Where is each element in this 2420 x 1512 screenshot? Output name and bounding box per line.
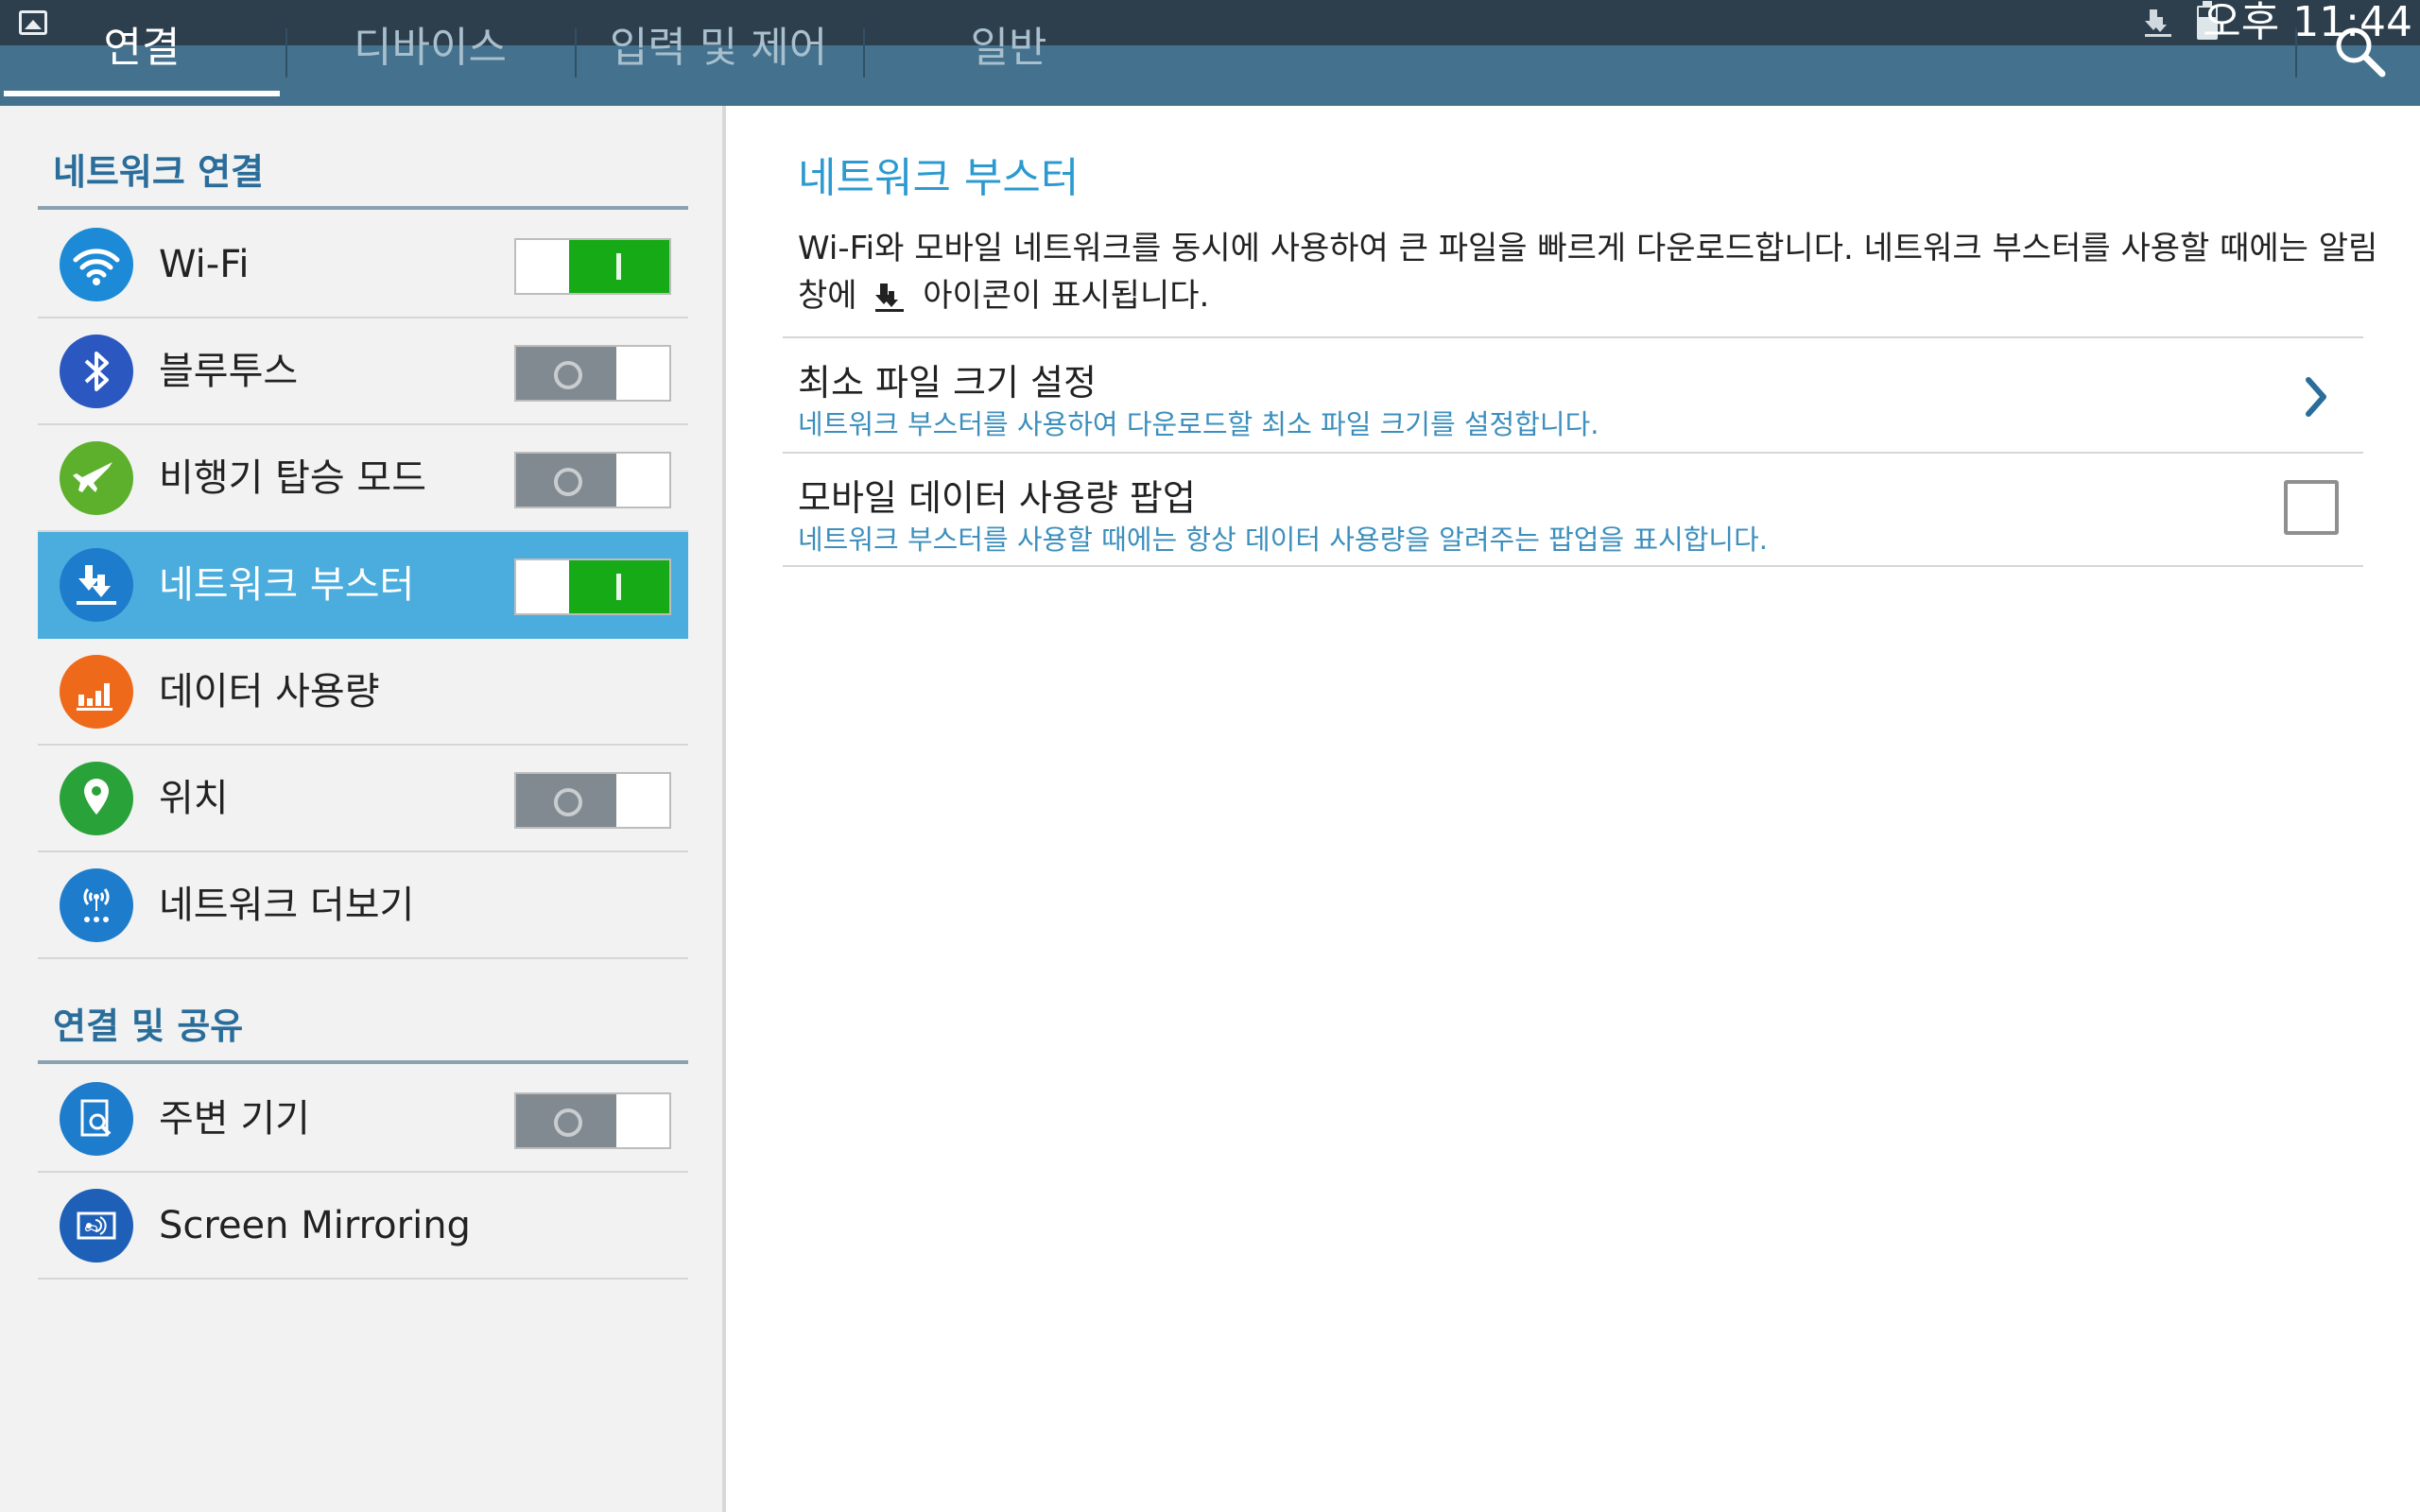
tab-divider (2295, 28, 2297, 77)
sidebar-item-label: 데이터 사용량 (159, 670, 380, 713)
wifi-toggle[interactable] (514, 238, 671, 295)
description-part: 아이콘이 표시됩니다. (923, 277, 1210, 315)
data-usage-icon (60, 655, 133, 729)
network-booster-toggle[interactable] (514, 558, 671, 615)
tab-connect[interactable]: 연결 (4, 27, 280, 106)
section-header-share: 연결 및 공유 (38, 958, 688, 1064)
section-title: 연결 및 공유 (53, 1005, 244, 1047)
sidebar-item-label: Screen Mirroring (159, 1204, 471, 1247)
sidebar-item-label: 위치 (159, 777, 229, 820)
section-title: 네트워크 연결 (53, 151, 264, 193)
location-toggle[interactable] (514, 772, 671, 829)
sidebar-item-bluetooth[interactable]: 블루투스 (38, 318, 688, 425)
setting-subtitle: 네트워크 부스터를 사용하여 다운로드할 최소 파일 크기를 설정합니다. (798, 408, 1599, 440)
airplane-icon (60, 441, 133, 515)
sidebar-item-label: 블루투스 (159, 350, 299, 393)
gallery-icon (19, 10, 47, 35)
sidebar-item-data-usage[interactable]: 데이터 사용량 (38, 639, 688, 746)
bluetooth-icon (60, 335, 133, 408)
page-title: 네트워크 부스터 (798, 154, 1080, 202)
data-popup-checkbox[interactable] (2284, 480, 2339, 535)
airplane-mode-toggle[interactable] (514, 452, 671, 508)
sidebar-item-label: 네트워크 부스터 (159, 563, 415, 607)
sidebar-item-label: Wi-Fi (159, 243, 250, 286)
sidebar-item-location[interactable]: 위치 (38, 746, 688, 852)
location-icon (60, 762, 133, 835)
network-booster-icon (2145, 9, 2171, 37)
nearby-devices-toggle[interactable] (514, 1092, 671, 1149)
svg-text:ᯅ: ᯅ (84, 1220, 98, 1235)
sidebar-item-airplane-mode[interactable]: 비행기 탑승 모드 (38, 425, 688, 532)
bluetooth-toggle[interactable] (514, 345, 671, 402)
sidebar-item-label: 주변 기기 (159, 1097, 310, 1141)
setting-subtitle: 네트워크 부스터를 사용할 때에는 항상 데이터 사용량을 알려주는 팝업을 표… (798, 524, 1768, 556)
tab-input-control[interactable]: 입력 및 제어 (572, 27, 865, 106)
detail-pane: 네트워크 부스터 Wi-Fi와 모바일 네트워크를 동시에 사용하여 큰 파일을… (726, 106, 2420, 1512)
more-networks-icon (60, 868, 133, 942)
tab-general[interactable]: 일반 (862, 27, 1155, 106)
sidebar-item-wifi[interactable]: Wi-Fi (38, 212, 688, 318)
tab-bar: 오후 11:44 연결 디바이스 입력 및 제어 일반 (0, 0, 2420, 106)
section-header-network: 네트워크 연결 (38, 104, 688, 210)
network-booster-icon (60, 548, 133, 622)
sidebar-item-nearby-devices[interactable]: 주변 기기 (38, 1066, 688, 1173)
sidebar-item-label: 비행기 탑승 모드 (159, 456, 427, 500)
wifi-icon (60, 228, 133, 301)
setting-title: 모바일 데이터 사용량 팝업 (798, 477, 1196, 519)
sidebar-item-more-networks[interactable]: 네트워크 더보기 (38, 852, 688, 959)
search-icon[interactable] (2331, 23, 2388, 79)
network-booster-icon (875, 284, 905, 312)
chevron-right-icon (2306, 377, 2326, 417)
sidebar-item-screen-mirroring[interactable]: ᯅ Screen Mirroring (38, 1173, 688, 1280)
screen-mirroring-icon: ᯅ (60, 1189, 133, 1263)
nearby-devices-icon (60, 1082, 133, 1156)
mobile-data-popup-setting[interactable]: 모바일 데이터 사용량 팝업 네트워크 부스터를 사용할 때에는 항상 데이터 … (783, 452, 2363, 567)
setting-title: 최소 파일 크기 설정 (798, 362, 1097, 404)
sidebar-item-label: 네트워크 더보기 (159, 884, 415, 927)
description-text: Wi-Fi와 모바일 네트워크를 동시에 사용하여 큰 파일을 빠르게 다운로드… (798, 225, 2405, 319)
min-file-size-setting[interactable]: 최소 파일 크기 설정 네트워크 부스터를 사용하여 다운로드할 최소 파일 크… (783, 336, 2363, 452)
tab-devices[interactable]: 디바이스 (284, 27, 577, 106)
sidebar-item-network-booster[interactable]: 네트워크 부스터 (38, 532, 688, 639)
